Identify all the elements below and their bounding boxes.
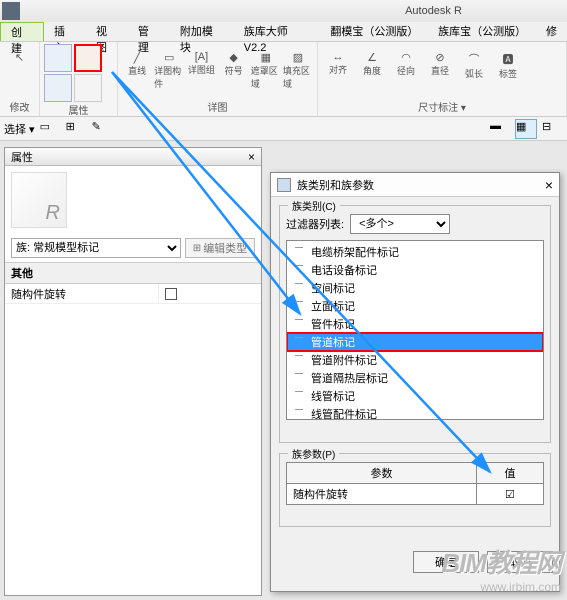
category-listbox[interactable]: 电缆桥架配件标记 电话设备标记 空间标记 立面标记 管件标记 管道标记 管道附件… xyxy=(286,240,544,420)
watermark-title: BIM教程网 xyxy=(441,543,561,580)
category-legend: 族类别(C) xyxy=(288,198,340,213)
tab-manage[interactable]: 管理 xyxy=(128,22,170,41)
list-item[interactable]: 管道附件标记 xyxy=(287,351,543,369)
tab-create[interactable]: 创建 xyxy=(0,22,44,41)
tab-view[interactable]: 视图 xyxy=(86,22,128,41)
dim-label[interactable]: 🅰标签 xyxy=(492,47,524,97)
watermark-url: www.irbim.com xyxy=(441,580,561,594)
list-item[interactable]: 线管配件标记 xyxy=(287,405,543,420)
subtoolbar: 选择 ▾ ▭ ⊞ ✎ ▬ ▦ ⊟ xyxy=(0,117,567,141)
properties-title: 属性 xyxy=(11,149,33,165)
tab-modelbao[interactable]: 翻模宝（公测版） xyxy=(320,22,428,41)
family-category-button[interactable] xyxy=(74,44,102,72)
family-category-dialog: 族类别和族参数 × 族类别(C) 过滤器列表: <多个> 电缆桥架配件标记 电话… xyxy=(270,172,560,592)
detail-group[interactable]: [A]详图组 xyxy=(186,47,216,97)
line-tool[interactable]: ╱直线 xyxy=(122,47,152,97)
prop-icon-3[interactable] xyxy=(44,74,72,102)
dialog-close-icon[interactable]: × xyxy=(545,177,553,193)
family-type-select[interactable]: 族: 常规模型标记 xyxy=(11,238,181,258)
tab-familybao[interactable]: 族库宝（公测版） xyxy=(428,22,536,41)
list-item[interactable]: 管道隔热层标记 xyxy=(287,369,543,387)
st-2[interactable]: ⊞ xyxy=(65,119,87,139)
st-1[interactable]: ▭ xyxy=(39,119,61,139)
param-legend: 族参数(P) xyxy=(288,446,339,461)
title-bar: Autodesk R xyxy=(0,0,567,22)
list-item[interactable]: 电缆桥架配件标记 xyxy=(287,243,543,261)
list-item[interactable]: 空间标记 xyxy=(287,279,543,297)
tab-famlib[interactable]: 族库大师V2.2 xyxy=(234,22,321,41)
param-table: 参数值 随构件旋转 ☑ xyxy=(286,462,544,505)
list-item[interactable]: 管件标记 xyxy=(287,315,543,333)
dim-diameter[interactable]: ⊘直径 xyxy=(424,47,456,97)
st-6[interactable]: ⊟ xyxy=(541,119,563,139)
tab-addins[interactable]: 附加模块 xyxy=(170,22,234,41)
watermark: BIM教程网 www.irbim.com xyxy=(441,543,561,594)
ribbon-group-dimension: 尺寸标注 ▾ xyxy=(322,99,562,114)
param-head-name: 参数 xyxy=(287,463,477,484)
ribbon: ↖ 修改 属性 ╱直线 ▭详图构件 [A]详图组 ◆符号 ▦遮罩区域 ▨填充区域… xyxy=(0,42,567,117)
type-preview-icon xyxy=(11,172,67,228)
symbol-tool[interactable]: ◆符号 xyxy=(219,47,249,97)
mask-region[interactable]: ▦遮罩区域 xyxy=(251,47,281,97)
select-label[interactable]: 选择 ▾ xyxy=(4,121,35,137)
tab-modify[interactable]: 修 xyxy=(536,22,567,41)
ribbon-group-properties: 属性 xyxy=(44,102,113,117)
ribbon-group-detail: 详图 xyxy=(122,99,313,114)
prop-icon-4[interactable] xyxy=(74,74,102,102)
st-5[interactable]: ▦ xyxy=(515,119,537,139)
cursor-icon[interactable]: ↖ xyxy=(4,47,35,97)
dialog-icon xyxy=(277,178,291,192)
dim-angular[interactable]: ∠角度 xyxy=(356,47,388,97)
ribbon-group-modify: 修改 xyxy=(4,99,35,114)
tab-insert[interactable]: 插入 xyxy=(44,22,86,41)
prop-rotate-checkbox[interactable] xyxy=(165,288,177,300)
edit-type-button[interactable]: ⊞ 编辑类型 xyxy=(185,238,255,258)
fill-region[interactable]: ▨填充区域 xyxy=(283,47,313,97)
list-item-pipe-tag[interactable]: 管道标记 xyxy=(287,333,543,351)
st-4[interactable]: ▬ xyxy=(489,119,511,139)
detail-component[interactable]: ▭详图构件 xyxy=(154,47,184,97)
app-title: Autodesk R xyxy=(405,5,462,17)
dialog-title: 族类别和族参数 xyxy=(297,177,374,193)
dim-radial[interactable]: ◠径向 xyxy=(390,47,422,97)
category-row: 其他 xyxy=(5,263,261,284)
menu-bar: 创建 插入 视图 管理 附加模块 族库大师V2.2 翻模宝（公测版） 族库宝（公… xyxy=(0,22,567,42)
list-item[interactable]: 电话设备标记 xyxy=(287,261,543,279)
st-3[interactable]: ✎ xyxy=(91,119,113,139)
param-checkbox[interactable]: ☑ xyxy=(505,489,515,501)
dim-aligned[interactable]: ↔对齐 xyxy=(322,47,354,97)
list-item[interactable]: 立面标记 xyxy=(287,297,543,315)
properties-panel: 属性 × 族: 常规模型标记 ⊞ 编辑类型 其他 随构件旋转 xyxy=(4,147,262,596)
filter-label: 过滤器列表: xyxy=(286,216,344,232)
close-icon[interactable]: × xyxy=(248,150,255,164)
param-head-value: 值 xyxy=(476,463,543,484)
dim-arc[interactable]: ⌒弧长 xyxy=(458,47,490,97)
filter-select[interactable]: <多个> xyxy=(350,214,450,234)
param-row-name: 随构件旋转 xyxy=(287,484,477,505)
list-item[interactable]: 线管标记 xyxy=(287,387,543,405)
prop-rotate-label: 随构件旋转 xyxy=(5,284,159,303)
prop-icon-1[interactable] xyxy=(44,44,72,72)
